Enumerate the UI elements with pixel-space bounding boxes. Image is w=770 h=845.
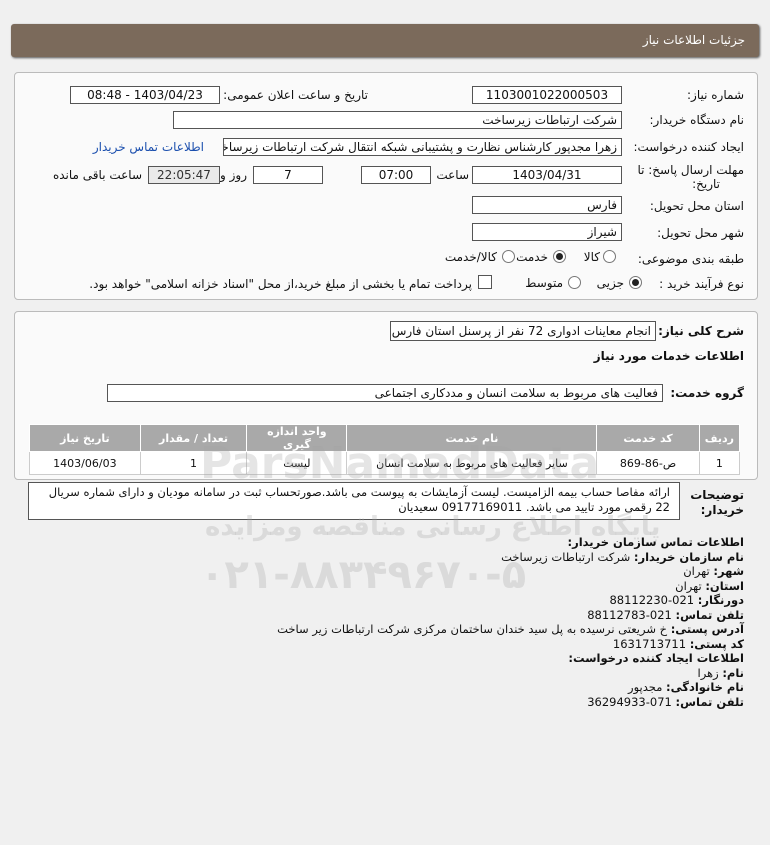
deadline-time-label: ساعت bbox=[436, 168, 469, 182]
creator-phone: 071-36294933 bbox=[587, 694, 672, 709]
contact-fax-row: دورنگار: 021-88112230 bbox=[24, 593, 744, 608]
col-qty: تعداد / مقدار bbox=[139, 424, 248, 452]
col-unit: واحد اندازه گیری bbox=[246, 424, 348, 452]
contact-address-row: آدرس پستی: خ شریعتی نرسیده به پل سید خند… bbox=[24, 622, 744, 637]
process-option-minor: جزیی bbox=[596, 276, 624, 290]
service-group-field[interactable]: فعالیت های مربوط به سلامت انسان و مددکار… bbox=[107, 384, 663, 402]
days-field[interactable]: 7 bbox=[253, 166, 323, 184]
announce-label: تاریخ و ساعت اعلان عمومی: bbox=[223, 88, 368, 102]
contact-org: شرکت ارتباطات زیرساخت bbox=[501, 549, 631, 564]
category-option-goods-service: کالا/خدمت bbox=[444, 250, 497, 264]
process-option-medium: متوسط bbox=[525, 276, 563, 290]
deadline-label: مهلت ارسال پاسخ: تا bbox=[637, 163, 744, 177]
process-radio-minor[interactable] bbox=[629, 276, 642, 289]
contact-province: تهران bbox=[675, 578, 702, 593]
creator-field[interactable]: زهرا مجدپور کارشناس نظارت و پشتیبانی شبک… bbox=[223, 138, 622, 156]
contact-postal: 1631713711 bbox=[612, 636, 687, 651]
category-option-goods: کالا bbox=[583, 250, 600, 264]
cell-qty: 1 bbox=[139, 451, 248, 475]
contact-province-row: استان: تهران bbox=[24, 579, 744, 594]
contact-fax-label: دورنگار: bbox=[697, 593, 744, 607]
table-row[interactable]: 1 ص-86-869 سایر فعالیت های مربوط به سلام… bbox=[29, 451, 741, 475]
buyer-notes-text: ارائه مفاصا حساب بیمه الزامیست. لیست آزم… bbox=[48, 485, 670, 514]
buyer-notes-label: توضیحات خریدار: bbox=[684, 488, 744, 518]
col-code: کد خدمت bbox=[596, 424, 700, 452]
services-table: ردیف کد خدمت نام خدمت واحد اندازه گیری ت… bbox=[29, 424, 741, 475]
announce-field[interactable]: 1403/04/23 - 08:48 bbox=[70, 86, 220, 104]
contact-phone: 021-88112783 bbox=[587, 607, 672, 622]
need-number-label: شماره نیاز: bbox=[687, 88, 744, 102]
process-label: نوع فرآیند خرید : bbox=[659, 277, 744, 291]
creator-name-label: نام: bbox=[722, 665, 744, 680]
buyer-org-field[interactable]: شرکت ارتباطات زیرساخت bbox=[173, 111, 622, 129]
remaining-time-label: ساعت باقی مانده bbox=[52, 168, 142, 182]
city-label: شهر محل تحویل: bbox=[657, 226, 744, 240]
cell-row: 1 bbox=[698, 451, 741, 475]
creator-name: زهرا bbox=[697, 665, 719, 680]
cell-date: 1403/06/03 bbox=[29, 451, 141, 475]
contact-title: اطلاعات تماس سازمان خریدار: bbox=[567, 535, 744, 549]
col-date: تاریخ نیاز bbox=[29, 424, 141, 452]
contact-phone-row: تلفن تماس: 021-88112783 bbox=[24, 608, 744, 623]
deadline-date-field[interactable]: 1403/04/31 bbox=[472, 166, 622, 184]
creator-name-row: نام: زهرا bbox=[24, 665, 745, 681]
category-label: طبقه بندی موضوعی: bbox=[637, 252, 744, 266]
contact-section: اطلاعات تماس سازمان خریدار: نام سازمان خ… bbox=[24, 535, 744, 709]
category-radio-goods[interactable] bbox=[603, 250, 616, 263]
buyer-contact-link[interactable]: اطلاعات تماس خریدار bbox=[93, 140, 204, 154]
contact-phone-label: تلفن تماس: bbox=[675, 607, 744, 622]
contact-org-row: نام سازمان خریدار: شرکت ارتباطات زیرساخت bbox=[24, 550, 744, 565]
buyer-notes-label-text: توضیحات خریدار: bbox=[690, 488, 744, 517]
contact-province-label: استان: bbox=[705, 578, 744, 593]
treasury-payment-checkbox[interactable] bbox=[478, 275, 492, 289]
creator-phone-label: تلفن تماس: bbox=[675, 694, 744, 709]
creator-info-title: اطلاعات ایجاد کننده درخواست: bbox=[568, 651, 744, 665]
page-title: جزئیات اطلاعات نیاز bbox=[642, 33, 745, 47]
category-radio-goods-service[interactable] bbox=[502, 250, 515, 263]
col-row: ردیف bbox=[698, 424, 741, 452]
summary-label: شرح کلی نیاز: bbox=[658, 324, 744, 338]
creator-family-label: نام خانوادگی: bbox=[666, 680, 744, 694]
cell-unit: لیست bbox=[246, 451, 348, 475]
cell-code: ص-86-869 bbox=[596, 451, 700, 475]
creator-label: ایجاد کننده درخواست: bbox=[633, 140, 744, 154]
contact-city: تهران bbox=[683, 564, 710, 578]
col-name: نام خدمت bbox=[346, 424, 598, 452]
process-radio-medium[interactable] bbox=[568, 276, 581, 289]
days-label: روز و bbox=[220, 168, 247, 182]
deadline-time-field[interactable]: 07:00 bbox=[361, 166, 431, 184]
buyer-org-label: نام دستگاه خریدار: bbox=[649, 113, 745, 127]
creator-family-row: نام خانوادگی: مجدپور bbox=[24, 680, 744, 695]
city-field[interactable]: شیراز bbox=[472, 223, 622, 241]
contact-postal-row: کد پستی: 1631713711 bbox=[24, 637, 744, 652]
service-group-label: گروه خدمت: bbox=[670, 386, 744, 400]
category-radio-service[interactable] bbox=[553, 250, 566, 263]
cell-name: سایر فعالیت های مربوط به سلامت انسان bbox=[346, 451, 598, 475]
contact-city-label: شهر: bbox=[713, 564, 744, 578]
contact-address: خ شریعتی نرسیده به پل سید خندان ساختمان … bbox=[277, 622, 668, 636]
summary-field[interactable]: انجام معاینات ادواری 72 نفر از پرسنل است… bbox=[390, 321, 656, 341]
contact-postal-label: کد پستی: bbox=[689, 636, 744, 651]
payment-note: پرداخت تمام یا بخشی از مبلغ خرید،از محل … bbox=[89, 277, 472, 291]
contact-org-label: نام سازمان خریدار: bbox=[633, 549, 744, 564]
deadline-label-2: تاریخ: bbox=[692, 177, 720, 191]
contact-city-row: شهر: تهران bbox=[24, 564, 744, 579]
table-header-row: ردیف کد خدمت نام خدمت واحد اندازه گیری ت… bbox=[29, 424, 741, 452]
need-number-field[interactable]: 1103001022000503 bbox=[472, 86, 622, 104]
creator-family: مجدپور bbox=[628, 680, 663, 694]
remaining-time-field: 22:05:47 bbox=[148, 166, 220, 184]
contact-address-label: آدرس پستی: bbox=[670, 622, 744, 636]
creator-phone-row: تلفن تماس: 071-36294933 bbox=[24, 695, 744, 710]
page-header: جزئیات اطلاعات نیاز bbox=[11, 24, 759, 57]
category-option-service: خدمت bbox=[516, 250, 548, 264]
province-field[interactable]: فارس bbox=[472, 196, 622, 214]
services-title: اطلاعات خدمات مورد نیاز bbox=[593, 349, 744, 363]
contact-fax: 021-88112230 bbox=[609, 593, 695, 607]
province-label: استان محل تحویل: bbox=[649, 199, 744, 213]
